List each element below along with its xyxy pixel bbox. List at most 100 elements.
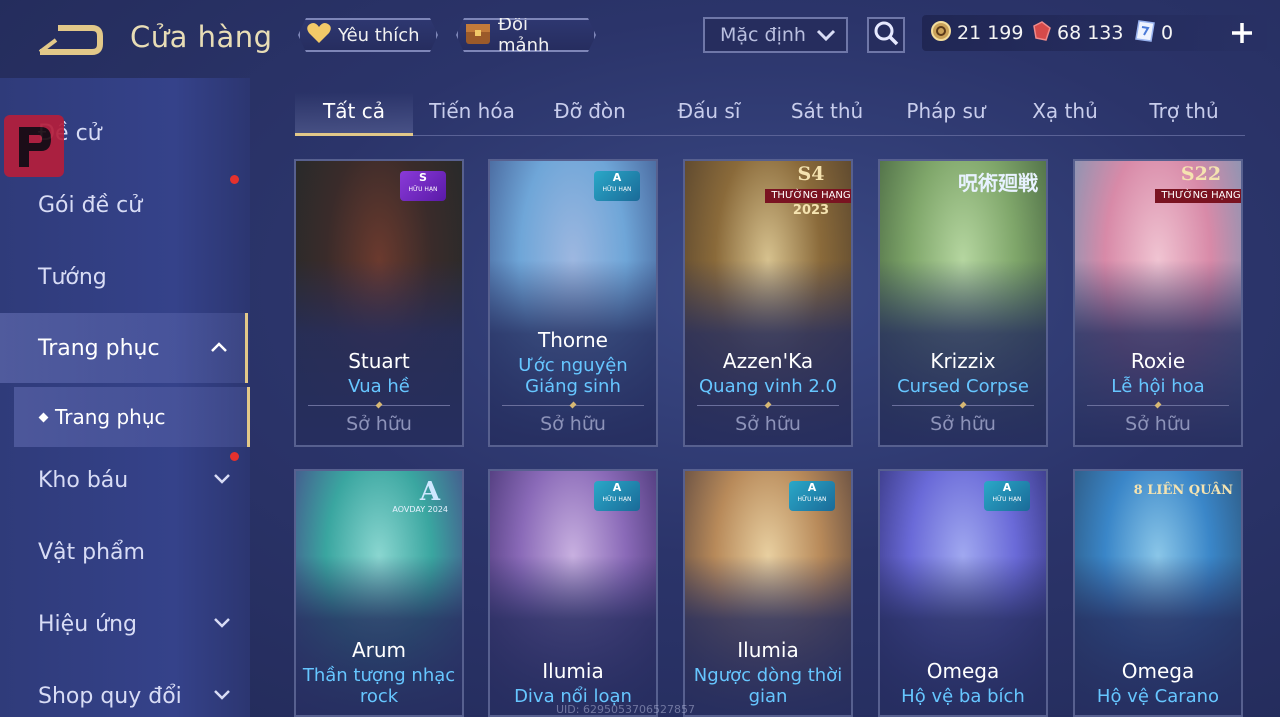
sidebar-item-items[interactable]: Vật phẩm xyxy=(0,517,248,587)
tier-badge: A HỮU HẠN xyxy=(789,481,835,511)
sidebar-item-treasure[interactable]: Kho báu xyxy=(0,445,248,515)
skin-card[interactable]: A HỮU HẠN Omega Hộ vệ ba bích xyxy=(878,469,1048,717)
tab-fighter[interactable]: Đấu sĩ xyxy=(650,92,768,134)
sidebar-subitem-skins[interactable]: Trang phục xyxy=(14,387,250,447)
skin-card[interactable]: S4 THƯỜNG HẠNG 2023 Azzen'Ka Quang vinh 2.… xyxy=(683,159,853,447)
gem-amount: 68 133 xyxy=(1057,22,1124,44)
chevron-down-icon xyxy=(214,474,230,484)
treasure-chest-icon xyxy=(464,20,492,51)
hero-name: Omega xyxy=(1121,659,1195,683)
tier-badge: A HỮU HẠN xyxy=(594,481,640,511)
red-gem-icon xyxy=(1030,20,1052,47)
skin-card[interactable]: S22 THƯỜNG HẠNG Roxie Lễ hội hoa Sở hữu xyxy=(1073,159,1243,447)
sidebar-item-label: Vật phẩm xyxy=(38,539,145,565)
divider xyxy=(1087,405,1229,406)
event-logo-subtitle: AOVDAY 2024 xyxy=(392,505,448,514)
event-logo: 8 LIÊN QUÂN xyxy=(1133,483,1233,498)
owned-status: Sở hữu xyxy=(930,413,996,435)
page-title: Cửa hàng xyxy=(130,20,273,54)
owned-status: Sở hữu xyxy=(346,413,412,435)
skin-name: Quang vinh 2.0 xyxy=(699,376,837,397)
heart-icon xyxy=(306,21,332,50)
skin-name: Lễ hội hoa xyxy=(1111,376,1205,397)
sidebar-item-label: Hiệu ứng xyxy=(38,611,137,637)
divider xyxy=(502,405,644,406)
sidebar-item-skins[interactable]: Trang phục xyxy=(0,313,248,383)
hero-name: Omega xyxy=(926,659,1000,683)
sidebar-subitem-label: Trang phục xyxy=(55,405,166,429)
divider xyxy=(892,405,1034,406)
skin-name: Hộ vệ Carano xyxy=(1096,686,1220,707)
hero-name: Arum xyxy=(351,638,407,662)
gold-coin-icon xyxy=(930,20,952,47)
top-bar: Cửa hàng Yêu thích Đổi mảnh Mặc định 21 … xyxy=(0,0,1280,78)
category-tabs: Tất cả Tiến hóa Đỡ đòn Đấu sĩ Sát thủ Ph… xyxy=(295,92,1245,136)
voucher-icon xyxy=(1134,19,1156,48)
divider xyxy=(697,405,839,406)
skin-card[interactable]: 8 LIÊN QUÂN Omega Hộ vệ Carano xyxy=(1073,469,1243,717)
skin-name: Ước nguyện Giáng sinh xyxy=(518,355,628,397)
hero-name: Krizzix xyxy=(930,349,996,373)
sort-dropdown[interactable]: Mặc định xyxy=(703,17,848,53)
skin-name: Cursed Corpse xyxy=(897,376,1029,397)
hero-name: Ilumia xyxy=(737,638,799,662)
hero-name: Stuart xyxy=(348,349,410,373)
tab-mage[interactable]: Pháp sư xyxy=(887,92,1005,134)
chevron-down-icon xyxy=(816,24,836,46)
sidebar-item-exchange-shop[interactable]: Shop quy đổi xyxy=(0,661,248,717)
tab-support[interactable]: Trợ thủ xyxy=(1125,92,1243,134)
skin-card[interactable]: A HỮU HẠN Ilumia Diva nổi loạn xyxy=(488,469,658,717)
hero-name: Azzen'Ka xyxy=(722,349,814,373)
gem-currency: 68 133 xyxy=(1030,20,1123,47)
skin-card[interactable]: A AOVDAY 2024 Arum Thần tượng nhạc rock xyxy=(294,469,464,717)
voucher-amount: 0 xyxy=(1161,22,1174,44)
overlay-logo-icon xyxy=(4,115,64,177)
skin-name: Ngược dòng thời gian xyxy=(693,665,843,707)
skin-card[interactable]: 呪術廻戦 Krizzix Cursed Corpse Sở hữu xyxy=(878,159,1048,447)
favorites-button[interactable]: Yêu thích xyxy=(298,18,438,52)
owned-status: Sở hữu xyxy=(540,413,606,435)
skin-name: Hộ vệ ba bích xyxy=(901,686,1025,707)
bullet-icon xyxy=(38,412,49,422)
skin-name: Vua hề xyxy=(348,376,410,397)
sidebar-item-effects[interactable]: Hiệu ứng xyxy=(0,589,248,659)
gold-currency: 21 199 xyxy=(930,20,1023,47)
sidebar-item-label: Shop quy đổi xyxy=(38,683,182,709)
ranked-season-banner: S4 THƯỜNG HẠNG 2023 xyxy=(765,163,851,219)
shard-exchange-label: Đổi mảnh xyxy=(498,14,550,56)
tab-tank[interactable]: Đỡ đòn xyxy=(531,92,649,134)
back-arrow-icon[interactable] xyxy=(36,22,104,58)
hero-name: Ilumia xyxy=(542,659,604,683)
tier-badge: A HỮU HẠN xyxy=(594,171,640,201)
tier-badge: S HỮU HẠN xyxy=(400,171,446,201)
tab-evolution[interactable]: Tiến hóa xyxy=(413,92,531,134)
ranked-season-banner: S22 THƯỜNG HẠNG xyxy=(1155,163,1241,219)
sidebar-item-label: Tướng xyxy=(38,264,107,290)
search-button[interactable] xyxy=(867,17,905,53)
gold-amount: 21 199 xyxy=(957,22,1024,44)
sidebar-item-bundles[interactable]: Gói đề cử xyxy=(0,170,248,240)
divider xyxy=(308,405,450,406)
shard-exchange-button[interactable]: Đổi mảnh xyxy=(456,18,596,52)
sort-selected-value: Mặc định xyxy=(720,24,806,46)
add-currency-button[interactable] xyxy=(1228,19,1256,47)
chevron-down-icon xyxy=(214,690,230,700)
sidebar-item-label: Trang phục xyxy=(38,335,160,361)
skin-card[interactable]: S HỮU HẠN Stuart Vua hề Sở hữu xyxy=(294,159,464,447)
sidebar-item-heroes[interactable]: Tướng xyxy=(0,242,248,312)
hero-name: Thorne xyxy=(538,328,608,352)
skin-card[interactable]: A HỮU HẠN Thorne Ước nguyện Giáng sinh Sở… xyxy=(488,159,658,447)
owned-status: Sở hữu xyxy=(1125,413,1191,435)
favorites-label: Yêu thích xyxy=(338,24,420,46)
tab-all[interactable]: Tất cả xyxy=(295,92,413,136)
event-logo: A xyxy=(419,477,440,507)
collab-logo: 呪術廻戦 xyxy=(958,171,1038,195)
sidebar-item-label: Gói đề cử xyxy=(38,192,143,218)
tier-badge: A HỮU HẠN xyxy=(984,481,1030,511)
tab-assassin[interactable]: Sát thủ xyxy=(768,92,886,134)
chevron-up-icon xyxy=(211,342,227,352)
tab-marksman[interactable]: Xạ thủ xyxy=(1006,92,1124,134)
plus-icon xyxy=(1232,23,1252,43)
currency-bar: 21 199 68 133 0 xyxy=(922,15,1267,51)
skin-card[interactable]: A HỮU HẠN Ilumia Ngược dòng thời gian xyxy=(683,469,853,717)
